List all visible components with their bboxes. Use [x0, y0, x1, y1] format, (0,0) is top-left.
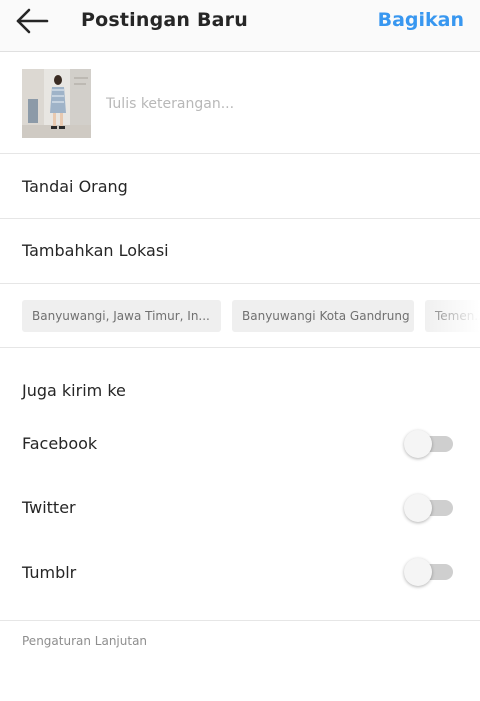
back-button[interactable] [12, 6, 52, 38]
divider [0, 620, 480, 621]
share-button[interactable]: Bagikan [378, 9, 464, 31]
caption-input[interactable] [106, 89, 446, 119]
share-row-twitter: Twitter [0, 478, 480, 538]
tag-people-row[interactable]: Tandai Orang [0, 155, 480, 219]
share-row-tumblr: Tumblr [0, 542, 480, 602]
facebook-label: Facebook [22, 434, 98, 453]
twitter-toggle[interactable] [403, 492, 455, 522]
tag-people-label: Tandai Orang [22, 177, 128, 196]
advanced-settings-link[interactable]: Pengaturan Lanjutan [22, 634, 147, 648]
share-row-facebook: Facebook [0, 414, 480, 474]
share-to-title: Juga kirim ke [22, 381, 126, 400]
add-location-row[interactable]: Tambahkan Lokasi [0, 220, 480, 284]
location-chip[interactable]: Banyuwangi, Jawa Timur, In... [22, 300, 221, 332]
location-chip[interactable]: Temen... [425, 300, 480, 332]
tumblr-label: Tumblr [22, 563, 77, 582]
arrow-left-icon [16, 8, 49, 34]
facebook-toggle[interactable] [403, 428, 455, 458]
twitter-label: Twitter [22, 498, 76, 517]
location-suggestions: Banyuwangi, Jawa Timur, In... Banyuwangi… [0, 284, 480, 348]
top-bar: Postingan Baru Bagikan [0, 0, 480, 52]
tumblr-toggle[interactable] [403, 556, 455, 586]
photo-thumbnail-image [22, 69, 91, 138]
post-thumbnail [22, 69, 91, 138]
caption-section [0, 53, 480, 154]
page-title: Postingan Baru [81, 9, 248, 31]
location-chip[interactable]: Banyuwangi Kota Gandrung [232, 300, 414, 332]
add-location-label: Tambahkan Lokasi [22, 241, 169, 260]
